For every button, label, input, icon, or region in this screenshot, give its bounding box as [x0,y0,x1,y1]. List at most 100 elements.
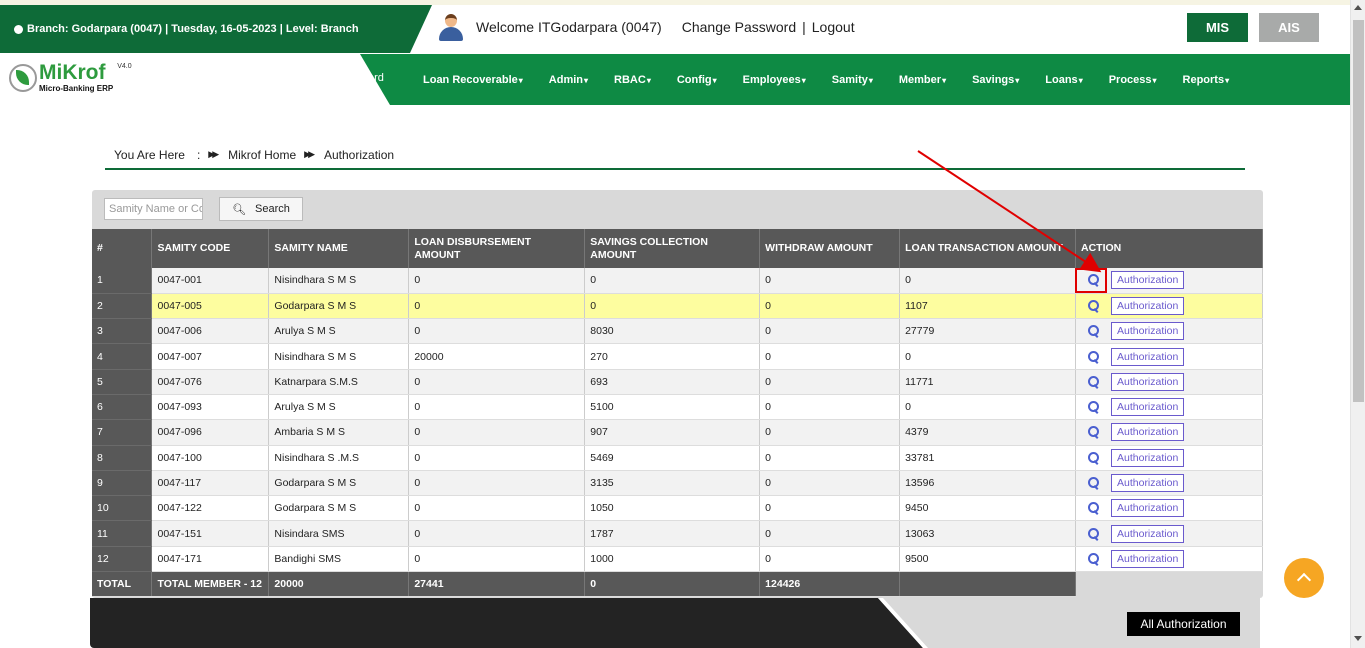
scroll-to-top-button[interactable] [1284,558,1324,598]
nav-item-samity[interactable]: Samity▾ [819,74,886,86]
double-chevron-icon: ▶▶ [304,149,315,159]
annotation-highlight-box [1075,268,1107,293]
change-password-link[interactable]: Change Password [682,19,796,35]
cell-loan-transaction: 13063 [899,520,1076,547]
cell-withdraw: 0 [759,394,901,421]
cell-samity-name: Godarpara S M S [268,470,410,497]
cell-samity-code: 0047-006 [151,318,270,345]
view-details-search-icon[interactable] [1087,527,1099,540]
nav-item-employees[interactable]: Employees▾ [730,74,819,86]
col-header-withdraw: WITHDRAW AMOUNT [759,229,901,268]
table-row: 8 0047-100 Nisindhara S .M.S 0 5469 0 33781 Aut… [92,445,1263,471]
cell-savings-collection: 3135 [584,470,761,497]
cell-loan-disbursement: 0 [408,520,586,547]
search-button[interactable]: 🔍︎ Search [219,197,303,221]
chevron-down-icon: ▾ [801,75,806,85]
nav-item-process[interactable]: Process▾ [1096,74,1170,86]
logout-link[interactable]: Logout [812,19,855,35]
cell-savings-collection: 0 [584,268,761,294]
chevron-down-icon: ▾ [1225,75,1230,85]
page-scrollbar[interactable] [1350,0,1365,648]
cell-samity-name: Godarpara S M S [268,293,410,320]
cell-loan-disbursement: 0 [408,318,586,345]
scroll-down-arrow-icon[interactable] [1354,636,1362,641]
table-row: 6 0047-093 Arulya S M S 0 5100 0 0 Authorizatio… [92,394,1263,421]
cell-index: 1 [92,268,153,294]
cell-savings-collection: 907 [584,419,761,446]
view-details-search-icon[interactable] [1087,426,1099,438]
view-details-search-icon[interactable] [1087,502,1099,514]
nav-item-reports[interactable]: Reports▾ [1170,74,1243,86]
scrollbar-thumb[interactable] [1353,20,1364,402]
cell-loan-transaction: 0 [899,268,1076,294]
samity-search-input[interactable]: Samity Name or Code [104,198,203,220]
col-header-index: # [92,229,153,268]
nav-item-loans[interactable]: Loans▾ [1032,74,1095,86]
authorization-button[interactable]: Authorization [1111,499,1185,518]
cell-withdraw: 0 [759,343,901,370]
all-authorization-button[interactable]: All Authorization [1127,612,1240,636]
cell-samity-code: 0047-096 [151,419,270,446]
cell-loan-disbursement: 0 [408,495,586,522]
nav-item-loan-recoverable[interactable]: Loan Recoverable▾ [410,74,536,86]
authorization-button[interactable]: Authorization [1111,524,1185,543]
cell-loan-transaction: 33781 [899,445,1076,471]
authorization-button[interactable]: Authorization [1111,398,1185,417]
authorization-button[interactable]: Authorization [1111,423,1185,442]
cell-savings-collection: 5100 [584,394,761,421]
cell-loan-transaction: 11771 [899,369,1076,395]
view-details-search-icon[interactable] [1087,477,1099,489]
globe-icon [14,24,23,34]
cell-samity-name: Nisindhara S .M.S [268,445,410,471]
cell-samity-name: Arulya S M S [268,394,410,421]
search-icon: 🔍︎ [232,203,247,216]
view-details-search-icon[interactable] [1087,375,1099,388]
cell-loan-transaction: 27779 [899,318,1076,345]
breadcrumb-home-link[interactable]: Mikrof Home [228,148,296,162]
mikrof-logo[interactable]: MiKrof Micro-Banking ERP V4.0 [9,62,132,93]
nav-item-savings[interactable]: Savings▾ [959,74,1032,86]
authorization-button[interactable]: Authorization [1111,474,1185,493]
table-row: 11 0047-151 Nisindara SMS 0 1787 0 13063 Author… [92,520,1263,547]
nav-item-member[interactable]: Member▾ [886,74,959,86]
nav-item-admin[interactable]: Admin▾ [536,74,601,86]
cell-samity-code: 0047-171 [151,546,270,573]
chevron-down-icon: ▾ [712,75,717,85]
authorization-button[interactable]: Authorization [1111,322,1185,341]
table-row: 2 0047-005 Godarpara S M S 0 0 0 1107 Authoriza… [92,293,1263,320]
cell-samity-name: Ambaria S M S [268,419,410,446]
col-header-savings-collection: SAVINGS COLLECTION AMOUNT [584,229,761,268]
cell-savings-collection: 8030 [584,318,761,345]
cell-savings-collection: 1787 [584,520,761,547]
mis-button[interactable]: MIS [1187,13,1248,42]
chevron-down-icon: ▾ [942,75,947,85]
nav-menu: Loan Recoverable▾ Admin▾ RBAC▾ Config▾ E… [410,54,1242,105]
view-details-search-icon[interactable] [1087,299,1099,312]
view-details-search-icon[interactable] [1087,325,1099,337]
view-details-search-icon[interactable] [1087,401,1099,413]
col-header-loan-disbursement: LOAN DISBURSEMENT AMOUNT [408,229,586,268]
view-details-search-icon[interactable] [1087,451,1099,464]
scroll-up-arrow-icon[interactable] [1354,5,1362,10]
nav-item-config[interactable]: Config▾ [664,74,730,86]
total-action-empty [899,571,1076,598]
authorization-button[interactable]: Authorization [1111,549,1185,568]
authorization-button[interactable]: Authorization [1111,347,1185,366]
authorization-button[interactable]: Authorization [1111,271,1185,290]
chevron-down-icon: ▾ [646,75,651,85]
view-details-search-icon[interactable] [1087,552,1099,565]
authorization-button[interactable]: Authorization [1111,448,1185,467]
cell-savings-collection: 1000 [584,546,761,573]
authorization-button[interactable]: Authorization [1111,372,1185,391]
cell-index: 10 [92,495,153,522]
cell-savings-collection: 0 [584,293,761,320]
authorization-button[interactable]: Authorization [1111,296,1185,315]
nav-item-rbac[interactable]: RBAC▾ [601,74,664,86]
ais-button[interactable]: AIS [1259,13,1319,42]
cell-index: 8 [92,445,153,471]
cell-action: Authorization [1075,419,1263,446]
view-details-search-icon[interactable] [1087,350,1099,363]
breadcrumb-current: Authorization [324,147,395,162]
cell-samity-code: 0047-005 [151,293,270,320]
cell-loan-disbursement: 0 [408,369,586,395]
